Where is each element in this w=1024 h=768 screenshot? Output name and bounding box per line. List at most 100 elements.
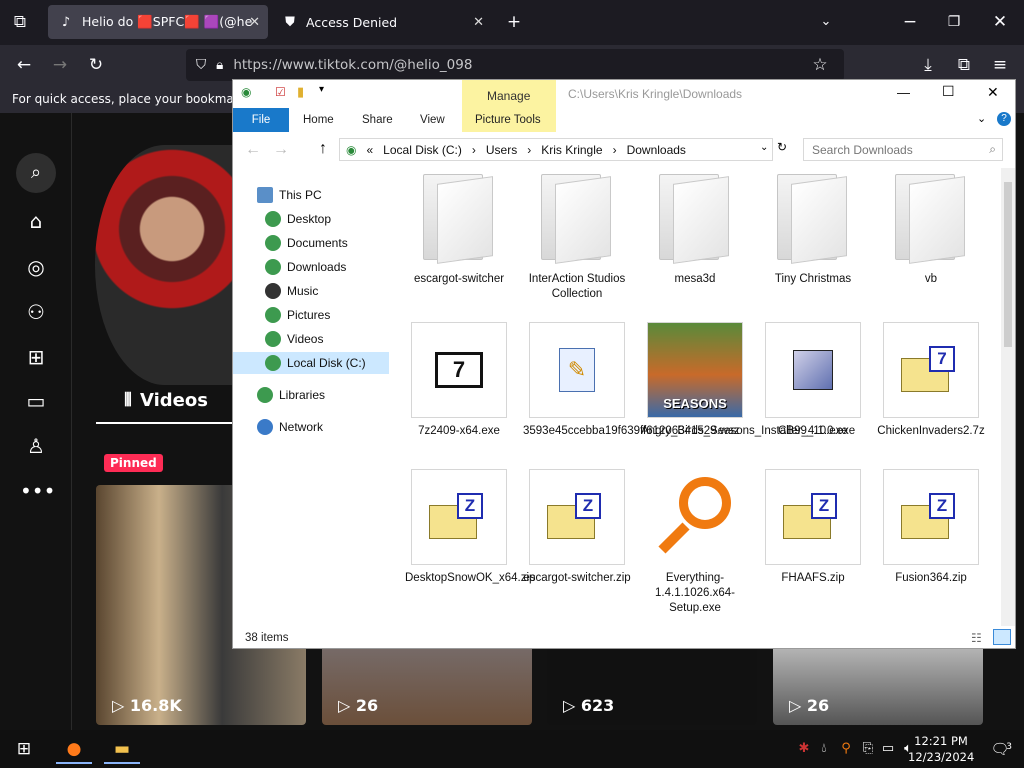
tab-home[interactable]: Home: [303, 108, 334, 132]
close-icon[interactable]: ✕: [249, 15, 260, 30]
new-folder-icon[interactable]: ▮: [297, 84, 304, 100]
large-icons-view-icon[interactable]: [993, 629, 1011, 645]
nav-downloads[interactable]: Downloads: [265, 256, 346, 278]
seasons-logo: SEASONS: [663, 396, 727, 411]
refresh-icon[interactable]: ↻: [777, 140, 787, 154]
nav-this-pc[interactable]: This PC: [257, 184, 322, 206]
overflow-icon[interactable]: «: [366, 143, 373, 157]
nav-network[interactable]: Network: [257, 416, 323, 438]
chevron-right-icon: ›: [471, 142, 476, 157]
tab-view[interactable]: View: [420, 108, 445, 132]
upload-icon[interactable]: ⊞: [20, 341, 52, 373]
nav-music[interactable]: Music: [265, 280, 318, 302]
nav-pictures[interactable]: Pictures: [265, 304, 330, 326]
nav-desktop[interactable]: Desktop: [265, 208, 331, 230]
reload-icon[interactable]: ↻: [84, 53, 108, 77]
close-icon[interactable]: ✕: [473, 15, 484, 30]
help-icon[interactable]: ?: [997, 112, 1011, 126]
file-item[interactable]: 7 ChickenInvaders2.7z: [877, 322, 985, 439]
chevron-down-icon[interactable]: ⌄: [814, 10, 838, 34]
tab-access-denied[interactable]: ⛊ Access Denied ✕: [272, 5, 492, 39]
minimize-icon[interactable]: −: [898, 10, 922, 34]
manage-label: Manage: [487, 89, 531, 103]
file-item[interactable]: CB99_10.exe: [759, 322, 867, 439]
home-icon[interactable]: ⌂: [20, 205, 52, 237]
breadcrumb-item[interactable]: Downloads: [627, 143, 686, 157]
folder-item[interactable]: InterAction Studios Collection: [523, 170, 631, 302]
file-explorer-window: ◉ ☑ ▮ ▾ C:\Users\Kris Kringle\Downloads …: [232, 79, 1016, 649]
breadcrumb-item[interactable]: Local Disk (C:): [383, 143, 462, 157]
firefox-icon[interactable]: ●: [56, 734, 92, 764]
start-icon[interactable]: ⊞: [6, 734, 42, 764]
more-icon[interactable]: •••: [20, 475, 55, 507]
new-tab-icon[interactable]: +: [502, 10, 526, 34]
folder-item[interactable]: mesa3d: [641, 170, 749, 287]
tracking-protection-icon[interactable]: ⛉: [196, 57, 206, 73]
file-item[interactable]: SEASONS Angry_Birds_Seasons_Installer_4.1…: [641, 322, 855, 439]
properties-icon[interactable]: ☑: [275, 85, 286, 99]
tab-title: Access Denied: [306, 14, 398, 30]
everything-search-icon: [647, 469, 743, 565]
file-item[interactable]: Z FHAAFS.zip: [759, 469, 867, 586]
file-item[interactable]: Z DesktopSnowOK_x64.zip: [405, 469, 535, 586]
tab-file[interactable]: File: [233, 108, 289, 132]
back-icon[interactable]: ←: [12, 53, 36, 77]
tab-picture-tools[interactable]: Picture Tools: [475, 108, 541, 132]
minimize-icon[interactable]: —: [897, 85, 910, 100]
music-icon: [265, 283, 281, 299]
search-icon: ⌕: [989, 142, 996, 156]
bookmark-star-icon[interactable]: ☆: [808, 53, 832, 77]
download-icon[interactable]: ⤓: [916, 53, 940, 77]
forward-icon[interactable]: →: [48, 53, 72, 77]
folder-item[interactable]: vb: [877, 170, 985, 287]
search-icon[interactable]: ⌕: [16, 153, 56, 193]
tab-share[interactable]: Share: [362, 108, 393, 132]
notifications-icon[interactable]: 🗨︎ 3: [982, 734, 1018, 764]
following-icon[interactable]: ⚇: [20, 296, 52, 328]
nav-libraries[interactable]: Libraries: [257, 384, 325, 406]
file-explorer-icon[interactable]: ▬: [104, 734, 140, 764]
folder-item[interactable]: Tiny Christmas: [759, 170, 867, 287]
view-count: ▷ 26: [338, 696, 379, 715]
system-clock[interactable]: 12:21 PM 12/23/2024: [908, 733, 974, 765]
drive-icon: ◉: [346, 142, 357, 157]
scrollbar-thumb[interactable]: [1004, 182, 1012, 347]
vertical-scrollbar[interactable]: [1001, 168, 1015, 626]
breadcrumb-item[interactable]: Kris Kringle: [541, 143, 602, 157]
details-view-icon[interactable]: ☷: [971, 631, 982, 645]
breadcrumb-item[interactable]: Users: [486, 143, 517, 157]
list-all-tabs-icon[interactable]: ⧉: [8, 10, 32, 34]
file-item[interactable]: ✎ 3593e45ccebba19f639ff61206341529.wsz: [523, 322, 740, 439]
dropdown-icon[interactable]: ▾: [319, 84, 324, 95]
menu-icon[interactable]: ≡: [988, 53, 1012, 77]
file-item[interactable]: Zescargot-switcher.zip: [523, 469, 631, 586]
expand-ribbon-icon[interactable]: ⌄: [977, 112, 986, 125]
folder-icon: [883, 170, 979, 266]
address-bar[interactable]: ◉ « Local Disk (C:) › Users › Kris Kring…: [339, 138, 773, 161]
downloads-icon: [265, 259, 281, 275]
nav-documents[interactable]: Documents: [265, 232, 348, 254]
file-item[interactable]: Z Fusion364.zip: [877, 469, 985, 586]
up-icon[interactable]: ↑: [319, 140, 327, 158]
close-window-icon[interactable]: ✕: [988, 10, 1012, 34]
file-item[interactable]: Everything-1.4.1.1026.x64-Setup.exe: [641, 469, 749, 616]
nav-videos[interactable]: Videos: [265, 328, 323, 350]
live-icon[interactable]: ▭: [20, 385, 52, 417]
address-dropdown-icon[interactable]: ⌄: [760, 142, 768, 153]
url-bar[interactable]: ⛉ 🔒︎ https://www.tiktok.com/@helio_098: [186, 49, 844, 81]
forward-icon[interactable]: →: [273, 141, 289, 159]
file-item[interactable]: 7 7z2409-x64.exe: [405, 322, 513, 439]
tab-tiktok[interactable]: ♪ Helio do 🟥SPFC🟥 🟪(@helio ✕: [48, 5, 268, 39]
restore-icon[interactable]: ❐: [942, 10, 966, 34]
tab-videos[interactable]: ⦀ Videos: [96, 378, 236, 424]
nav-local-disk[interactable]: Local Disk (C:): [233, 352, 389, 374]
explore-icon[interactable]: ◎: [20, 251, 52, 283]
search-input[interactable]: Search Downloads ⌕: [803, 138, 1003, 161]
maximize-icon[interactable]: ☐: [942, 83, 955, 100]
close-icon[interactable]: ✕: [987, 84, 999, 101]
view-count: ▷ 26: [789, 696, 830, 715]
back-icon[interactable]: ←: [245, 141, 261, 159]
extensions-icon[interactable]: ⧉: [952, 53, 976, 77]
profile-icon[interactable]: ♙: [20, 430, 52, 462]
folder-item[interactable]: escargot-switcher: [405, 170, 513, 287]
